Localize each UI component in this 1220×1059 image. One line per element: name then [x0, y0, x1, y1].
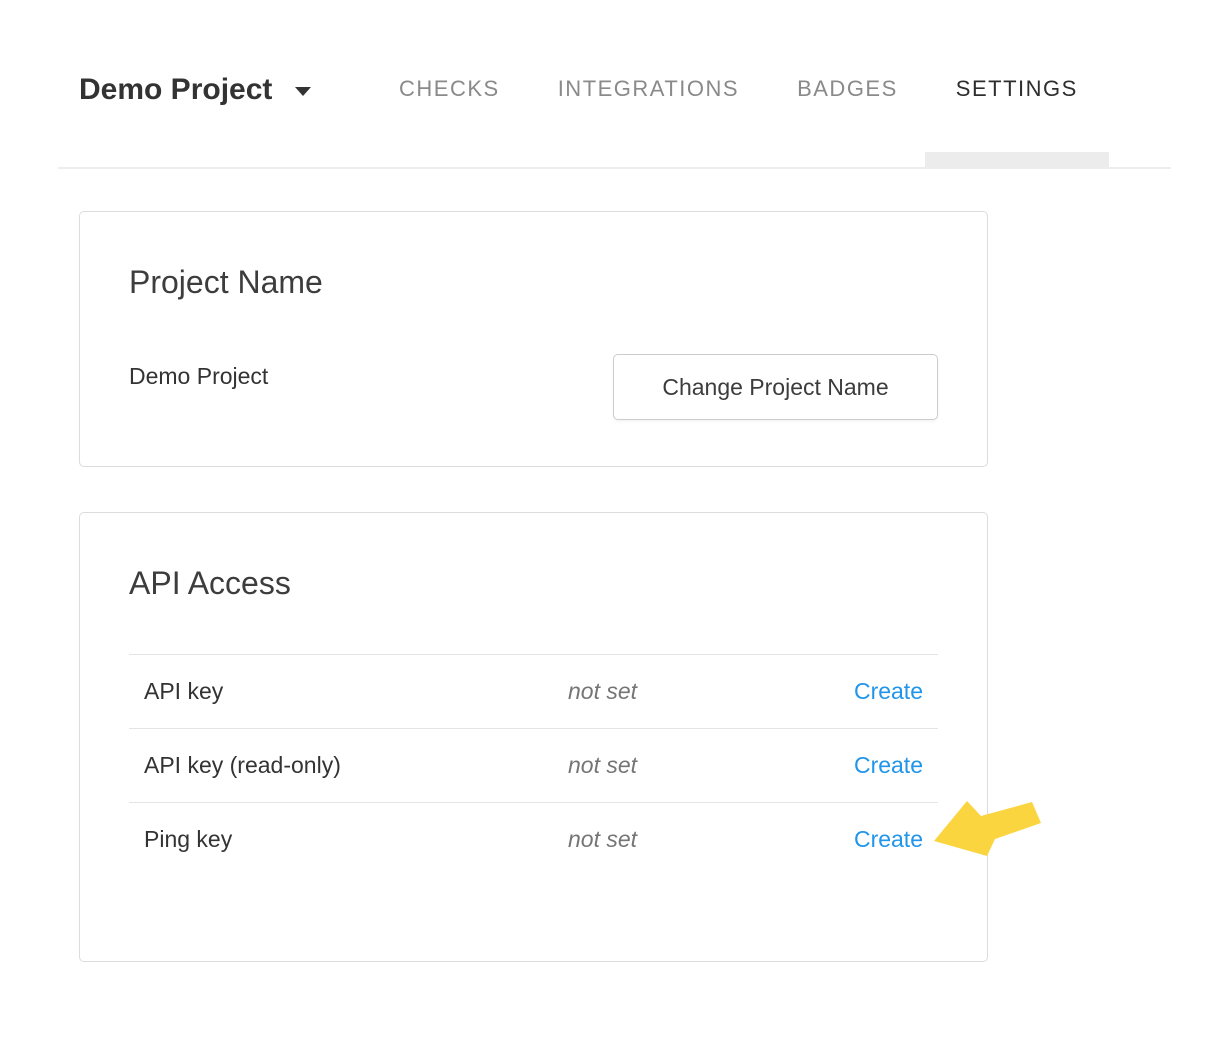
- tab-badges[interactable]: BADGES: [797, 76, 898, 102]
- tab-settings[interactable]: SETTINGS: [956, 76, 1078, 102]
- change-project-name-button[interactable]: Change Project Name: [613, 354, 938, 420]
- tab-checks[interactable]: CHECKS: [399, 76, 500, 102]
- ping-key-value: not set: [568, 826, 637, 853]
- ping-key-label: Ping key: [144, 826, 568, 853]
- project-selector-label: Demo Project: [79, 73, 272, 106]
- api-key-readonly-create-link[interactable]: Create: [854, 752, 923, 779]
- api-access-card: API Access API key not set Create API ke…: [79, 512, 988, 962]
- table-row-ping-key: Ping key not set Create: [129, 802, 938, 876]
- header-divider: [58, 167, 1171, 169]
- api-key-readonly-label: API key (read-only): [144, 752, 568, 779]
- api-access-card-title: API Access: [129, 565, 291, 602]
- caret-down-icon: [295, 87, 311, 96]
- ping-key-create-link[interactable]: Create: [854, 826, 923, 853]
- nav-tabs: CHECKS INTEGRATIONS BADGES SETTINGS: [399, 76, 1078, 102]
- table-row-api-key-readonly: API key (read-only) not set Create: [129, 728, 938, 802]
- project-name-card-title: Project Name: [129, 264, 323, 301]
- api-key-readonly-value: not set: [568, 752, 637, 779]
- project-settings-page: Demo Project CHECKS INTEGRATIONS BADGES …: [0, 0, 1220, 1059]
- tab-integrations[interactable]: INTEGRATIONS: [558, 76, 739, 102]
- api-key-create-link[interactable]: Create: [854, 678, 923, 705]
- table-row-api-key: API key not set Create: [129, 654, 938, 728]
- project-selector[interactable]: Demo Project: [79, 73, 311, 107]
- project-name-card: Project Name Demo Project Change Project…: [79, 211, 988, 467]
- api-key-value: not set: [568, 678, 637, 705]
- project-name-value: Demo Project: [129, 362, 268, 390]
- api-key-label: API key: [144, 678, 568, 705]
